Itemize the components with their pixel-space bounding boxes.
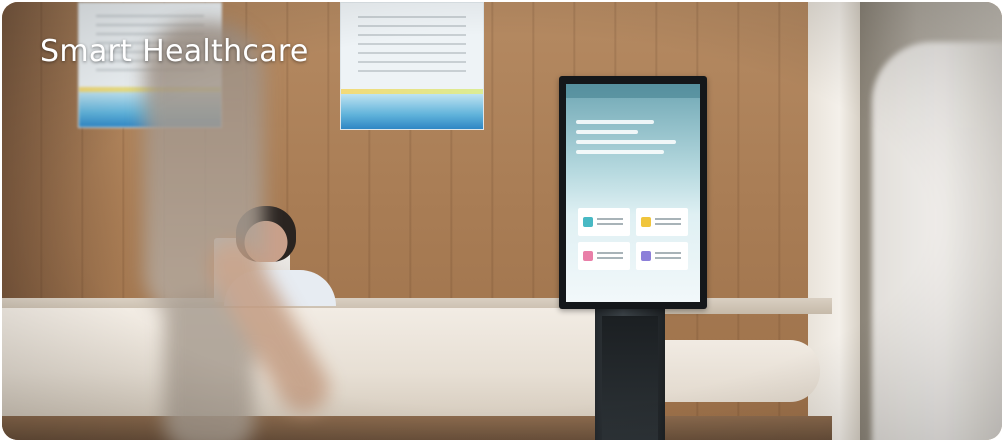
wall-poster xyxy=(340,2,484,130)
blurred-foreground-object xyxy=(872,42,1002,440)
banner-card[interactable]: Smart Healthcare xyxy=(2,2,1002,440)
kiosk-screen xyxy=(566,84,700,302)
banner-title: Smart Healthcare xyxy=(40,34,309,69)
